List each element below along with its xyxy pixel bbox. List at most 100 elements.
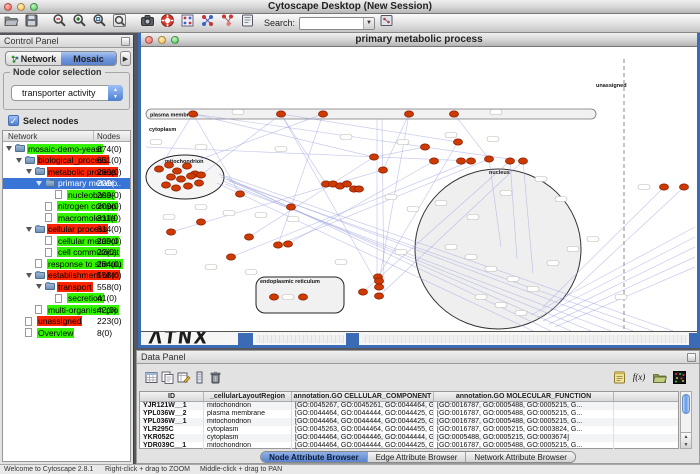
scrollbar-thumb[interactable] [682, 394, 690, 414]
expander-icon[interactable] [36, 181, 42, 186]
tab-mosaic[interactable]: Mosaic [61, 52, 116, 65]
zoom-button[interactable] [30, 3, 38, 11]
network-node[interactable] [270, 294, 279, 300]
network-node[interactable] [519, 158, 528, 164]
network-node[interactable] [167, 229, 176, 235]
vizmapper-icon[interactable] [199, 13, 216, 29]
folder-icon[interactable] [651, 369, 667, 385]
scrollbar-arrows[interactable]: ▲▼ [681, 432, 691, 448]
zoom-in-icon[interactable] [71, 13, 88, 29]
search-dropdown-icon[interactable]: ▼ [363, 18, 374, 29]
network-node[interactable] [375, 278, 384, 284]
network-node[interactable] [197, 172, 206, 178]
select-nodes-checkbox[interactable]: ✓ [8, 115, 19, 126]
network-node[interactable] [370, 154, 379, 160]
tree-item-primary-metabo[interactable]: primary metabo209(... [3, 178, 130, 190]
network-node[interactable] [177, 176, 186, 182]
tree-item-transport[interactable]: transport558(0) [3, 281, 130, 293]
network-node[interactable] [457, 158, 466, 164]
overview-icon[interactable] [179, 13, 196, 29]
column-header[interactable]: _cellularLayoutRegion [204, 392, 292, 401]
table-row[interactable]: YKR052Ccytoplasm[GO:0044464, GO:0044446,… [140, 434, 678, 442]
node-color-dropdown[interactable]: transporter activity ▲▼ [11, 85, 123, 101]
network-node[interactable] [274, 242, 283, 248]
network-node[interactable] [187, 173, 196, 179]
open-icon[interactable] [3, 13, 20, 29]
expander-icon[interactable] [6, 146, 12, 151]
tree-item-cell-communicat[interactable]: cell communicat22(0) [3, 247, 130, 259]
float-panel-icon[interactable] [687, 353, 696, 362]
plugin-icon[interactable] [378, 13, 395, 29]
network-node[interactable] [421, 144, 430, 150]
network-node[interactable] [467, 158, 476, 164]
tree-item-nucleobase-[interactable]: nucleobase-209(0) [3, 189, 130, 201]
trash-icon[interactable] [207, 369, 223, 385]
tab-network-attribute-browser[interactable]: Network Attribute Browser [466, 452, 574, 462]
column-header[interactable]: ID [140, 392, 204, 401]
network-node[interactable] [162, 182, 171, 188]
network-node[interactable] [195, 180, 204, 186]
network-node[interactable] [319, 111, 328, 117]
column-header[interactable]: annotation.GO MOLECULAR_FUNCTION [434, 392, 614, 401]
tree-item-cellular-process[interactable]: cellular process614(0) [3, 224, 130, 236]
tab-network[interactable]: Network [6, 52, 61, 65]
network-node[interactable] [184, 183, 193, 189]
tab-overflow-button[interactable]: ▶ [120, 51, 131, 66]
network-minimize-button[interactable] [158, 36, 166, 44]
copy-attribute-icon[interactable] [159, 369, 175, 385]
network-node[interactable] [287, 204, 296, 210]
annotation-icon[interactable] [239, 13, 256, 29]
close-button[interactable] [4, 3, 12, 11]
tree-item-overview[interactable]: Overview8(0) [3, 327, 130, 339]
tree-item-cellular-metabol[interactable]: cellular metabol209(0) [3, 235, 130, 247]
tree-item-metabolic-process[interactable]: metabolic process280(0) [3, 166, 130, 178]
zoom-out-icon[interactable] [51, 13, 68, 29]
zoom-fit-icon[interactable] [91, 13, 108, 29]
heatmap-icon[interactable] [671, 369, 687, 385]
edit-attribute-icon[interactable] [175, 369, 191, 385]
tree-item-establishment-of-lo[interactable]: establishment of lo558(0) [3, 270, 130, 282]
network-node[interactable] [197, 219, 206, 225]
network-node[interactable] [165, 162, 174, 168]
expander-icon[interactable] [26, 273, 32, 278]
minimize-button[interactable] [17, 3, 25, 11]
network-node[interactable] [454, 139, 463, 145]
network-node[interactable] [343, 181, 352, 187]
network-node[interactable] [375, 284, 384, 290]
network-node[interactable] [189, 111, 198, 117]
zoom-selected-icon[interactable] [111, 13, 128, 29]
dropdown-stepper-icon[interactable]: ▲▼ [108, 85, 123, 101]
tree-item-nitrogen-compo[interactable]: nitrogen compo209(0) [3, 201, 130, 213]
function-icon[interactable]: f(x) [631, 369, 647, 385]
network-window-titlebar[interactable]: primary metabolic process [141, 33, 697, 47]
network-node[interactable] [680, 184, 689, 190]
network-node[interactable] [227, 254, 236, 260]
column-header[interactable]: annotation.GO CELLULAR_COMPONENT [292, 392, 434, 401]
table-row[interactable]: YJR121W__1mitochondrion[GO:0045267, GO:0… [140, 402, 678, 410]
table-row[interactable]: YPL036W__2plasma membrane[GO:0044464, GO… [140, 410, 678, 418]
save-icon[interactable] [23, 13, 40, 29]
network-node[interactable] [173, 168, 182, 174]
network-node[interactable] [172, 185, 181, 191]
expander-icon[interactable] [26, 169, 32, 174]
tree-item-unassigned[interactable]: unassigned223(0) [3, 316, 130, 328]
network-node[interactable] [405, 111, 414, 117]
tree-item-mosaic-demo-yeast[interactable]: mosaic-demo-yeast874(0) [3, 143, 130, 155]
help-icon[interactable] [159, 13, 176, 29]
tree-item-macromolecule[interactable]: macromolecule311(0) [3, 212, 130, 224]
tree-item-secretion[interactable]: secretion41(0) [3, 293, 130, 305]
tab-edge-attribute-browser[interactable]: Edge Attribute Browser [368, 452, 467, 462]
tree-item-multi-organism-pro[interactable]: multi-organism pro42(0) [3, 304, 130, 316]
table-row[interactable]: YLR295Ccytoplasm[GO:0045263, GO:0044464,… [140, 426, 678, 434]
tab-node-attribute-browser[interactable]: Node Attribute Browser [261, 452, 368, 462]
table-row[interactable]: YPL036W__1mitochondrion[GO:0044464, GO:0… [140, 418, 678, 426]
network-node[interactable] [245, 234, 254, 240]
network-node[interactable] [660, 184, 669, 190]
expander-icon[interactable] [36, 284, 42, 289]
network-node[interactable] [506, 158, 515, 164]
search-input[interactable]: ▼ [299, 17, 375, 30]
network-node[interactable] [355, 186, 364, 192]
network-close-button[interactable] [145, 36, 153, 44]
network-node[interactable] [277, 111, 286, 117]
snapshot-icon[interactable] [139, 13, 156, 29]
